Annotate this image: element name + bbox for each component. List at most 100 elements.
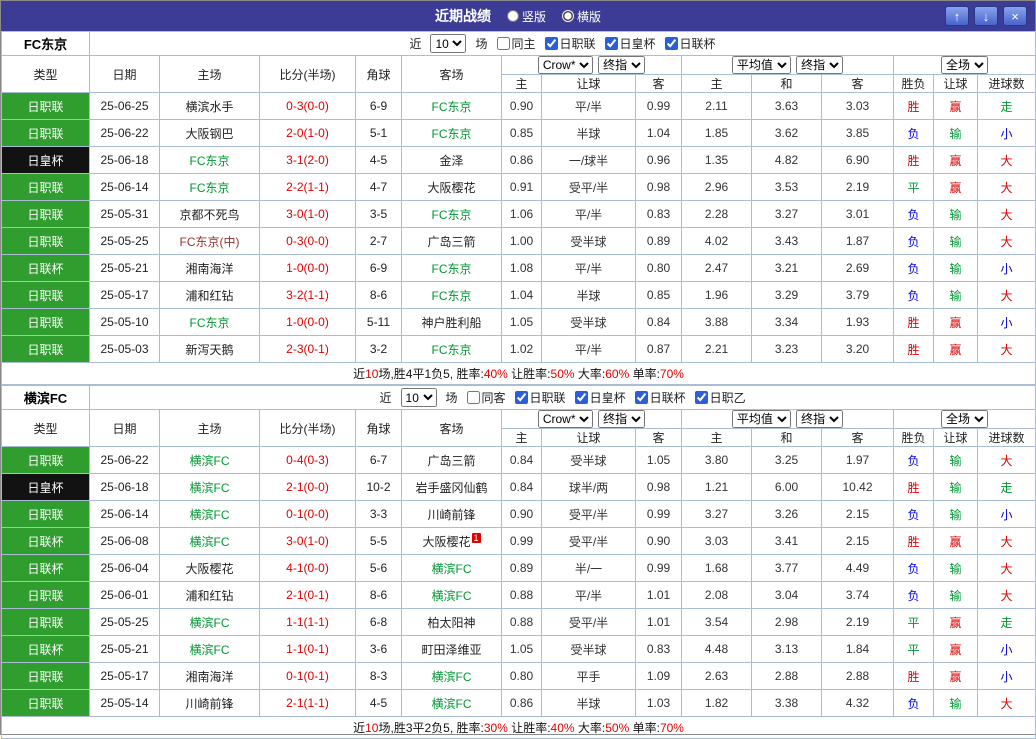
scroll-down-button[interactable]: ↓ xyxy=(974,6,998,26)
match-count-select[interactable]: 10 xyxy=(430,34,467,53)
cell-competition: 日职联 xyxy=(1,308,90,336)
league-checkbox[interactable]: 日职联 xyxy=(544,35,596,52)
cell-score: 1-1(1-1) xyxy=(259,608,356,636)
league-checkbox-input[interactable] xyxy=(574,391,588,404)
cell-handicap-result: 输 xyxy=(933,254,978,282)
cell-goals-result: 走 xyxy=(976,473,1036,501)
cell-competition: 日联杯 xyxy=(1,554,90,582)
col-result-handicap: 让球 xyxy=(933,74,978,93)
same-venue-checkbox[interactable]: 同客 xyxy=(466,389,506,406)
cell-handicap-result: 输 xyxy=(933,446,978,474)
cell-euro-home-odds: 1.85 xyxy=(681,119,752,147)
cell-goals-result: 大 xyxy=(976,335,1036,363)
col-euro-home: 主 xyxy=(681,74,752,93)
bookmaker-select[interactable]: Crow* xyxy=(537,56,593,74)
cell-away-team: 横滨FC xyxy=(401,581,502,609)
final-odds-select-b[interactable]: 终指 xyxy=(796,56,844,74)
scope-select[interactable]: 全场 xyxy=(941,56,989,74)
cell-goals-result: 小 xyxy=(976,119,1036,147)
bookmaker-select[interactable]: Crow* xyxy=(537,410,593,428)
average-select[interactable]: 平均值 xyxy=(731,410,791,428)
final-odds-select-b[interactable]: 终指 xyxy=(796,410,844,428)
euro-odds-selects: 平均值 终指 xyxy=(681,55,894,75)
cell-result: 负 xyxy=(893,581,934,609)
cell-handicap-result: 输 xyxy=(933,581,978,609)
cell-result: 胜 xyxy=(893,527,934,555)
league-checkbox[interactable]: 日联杯 xyxy=(634,389,686,406)
same-venue-input[interactable] xyxy=(466,391,480,404)
cell-corners: 6-8 xyxy=(355,608,402,636)
same-venue-input[interactable] xyxy=(496,37,510,50)
cell-euro-draw-odds: 3.21 xyxy=(751,254,822,282)
summary-cell: 近10场,胜3平2负5, 胜率:30% 让胜率:40% 大率:50% 单率:70… xyxy=(0,716,1036,739)
cell-euro-draw-odds: 3.34 xyxy=(751,308,822,336)
league-checkbox-input[interactable] xyxy=(694,391,708,404)
cell-euro-away-odds: 2.19 xyxy=(821,608,894,636)
cell-result: 平 xyxy=(893,608,934,636)
league-checkbox-input[interactable] xyxy=(604,37,618,50)
same-venue-checkbox[interactable]: 同主 xyxy=(496,35,536,52)
layout-option-horizontal[interactable]: 横版 xyxy=(562,8,601,25)
cell-result: 胜 xyxy=(893,335,934,363)
scope-select[interactable]: 全场 xyxy=(941,410,989,428)
cell-asia-handicap: 半/一 xyxy=(541,554,636,582)
league-checkboxes: 日职联 日皇杯 日联杯 日职乙 xyxy=(514,389,746,406)
cell-euro-away-odds: 1.97 xyxy=(821,446,894,474)
cell-away-team: 广岛三箭 xyxy=(401,446,502,474)
cell-date: 25-06-14 xyxy=(89,173,160,201)
col-type: 类型 xyxy=(1,55,90,93)
cell-euro-away-odds: 2.19 xyxy=(821,173,894,201)
average-select[interactable]: 平均值 xyxy=(731,56,791,74)
layout-radio-horizontal-input[interactable] xyxy=(562,10,574,22)
final-odds-select-a[interactable]: 终指 xyxy=(598,410,646,428)
col-asia-handicap: 让球 xyxy=(541,428,636,447)
layout-radio-vertical-input[interactable] xyxy=(506,10,519,22)
league-checkbox[interactable]: 日职乙 xyxy=(694,389,746,406)
scroll-up-button[interactable]: ↑ xyxy=(945,6,969,26)
col-euro-home: 主 xyxy=(681,428,752,447)
cell-euro-home-odds: 3.03 xyxy=(681,527,752,555)
team-header-row: 横滨FC 近 10 场 同客 日职联 日皇杯 日联杯 日职乙 xyxy=(1,385,1036,410)
cell-asia-away-odds: 0.98 xyxy=(635,173,682,201)
cell-euro-draw-odds: 3.53 xyxy=(751,173,822,201)
cell-euro-away-odds: 4.32 xyxy=(821,689,894,717)
match-count-select[interactable]: 10 xyxy=(400,388,437,407)
cell-score: 0-4(0-3) xyxy=(259,446,356,474)
league-checkbox[interactable]: 日皇杯 xyxy=(604,35,656,52)
cell-euro-draw-odds: 2.98 xyxy=(751,608,822,636)
cell-euro-away-odds: 10.42 xyxy=(821,473,894,501)
close-button[interactable]: × xyxy=(1003,6,1027,26)
league-checkbox[interactable]: 日联杯 xyxy=(664,35,716,52)
final-odds-select-a[interactable]: 终指 xyxy=(598,56,646,74)
cell-away-team: 川崎前锋 xyxy=(401,500,502,528)
cell-asia-away-odds: 0.83 xyxy=(635,635,682,663)
cell-handicap-result: 输 xyxy=(933,119,978,147)
layout-option-vertical[interactable]: 竖版 xyxy=(506,8,546,25)
league-checkbox-input[interactable] xyxy=(514,391,528,404)
league-checkbox-input[interactable] xyxy=(634,391,648,404)
summary-text: 场,胜4平1负5, 胜率: xyxy=(378,367,484,381)
cell-away-team: 大阪樱花 1 xyxy=(401,527,502,555)
league-checkbox[interactable]: 日职联 xyxy=(514,389,566,406)
rows-body: 日职联 25-06-25 横滨水手 0-3(0-0) 6-9 FC东京 0.90 平/半 0.9… xyxy=(1,92,1036,363)
cell-euro-home-odds: 4.02 xyxy=(681,227,752,255)
cell-asia-home-odds: 1.04 xyxy=(501,281,542,309)
cell-corners: 5-6 xyxy=(355,554,402,582)
league-checkbox-input[interactable] xyxy=(544,37,558,50)
cell-asia-handicap: 平/半 xyxy=(541,200,636,228)
cell-euro-away-odds: 1.87 xyxy=(821,227,894,255)
cell-handicap-result: 输 xyxy=(933,554,978,582)
cell-away-team: FC东京 xyxy=(401,254,502,282)
cell-away-team: FC东京 xyxy=(401,92,502,120)
col-euro-draw: 和 xyxy=(751,74,822,93)
col-asia-home: 主 xyxy=(501,428,542,447)
scope-select-cell: 全场 xyxy=(892,409,1036,429)
cell-corners: 10-2 xyxy=(355,473,402,501)
league-checkbox-input[interactable] xyxy=(664,37,678,50)
cell-date: 25-05-17 xyxy=(89,281,160,309)
league-checkbox[interactable]: 日皇杯 xyxy=(574,389,626,406)
cell-euro-away-odds: 3.74 xyxy=(821,581,894,609)
league-checkboxes: 日职联 日皇杯 日联杯 xyxy=(544,35,716,52)
cell-asia-home-odds: 1.05 xyxy=(501,308,542,336)
cell-home-team: FC东京 xyxy=(159,173,260,201)
